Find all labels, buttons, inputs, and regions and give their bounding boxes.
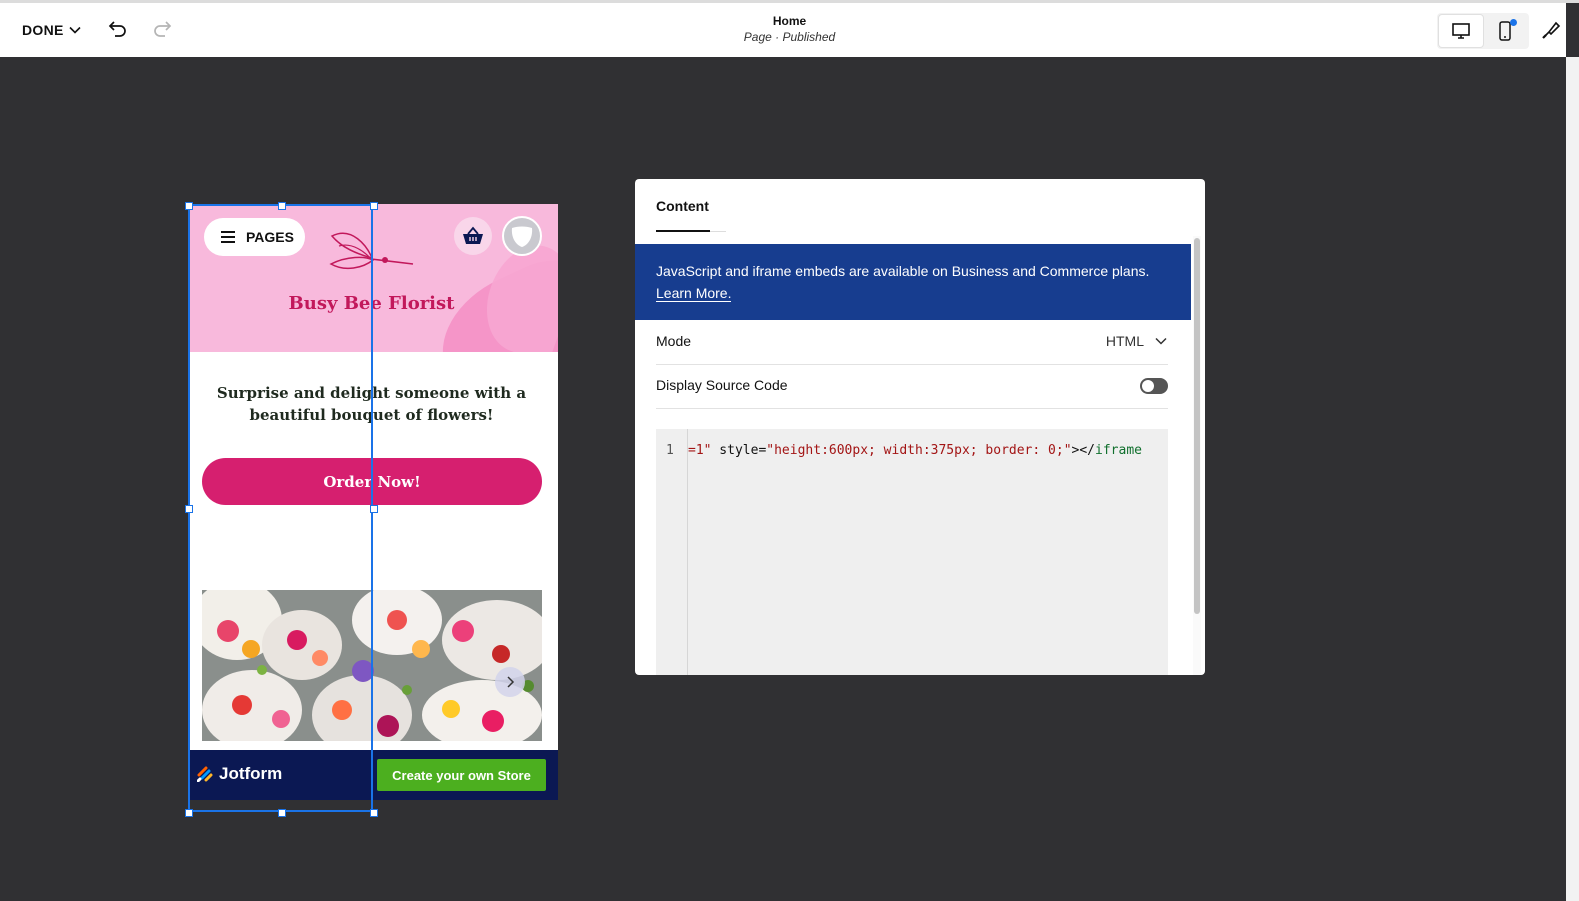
chevron-right-icon [507, 676, 515, 688]
code-tag-name: iframe [1095, 443, 1142, 458]
resize-handle[interactable] [185, 809, 193, 817]
jotform-logo[interactable]: Jotform [197, 764, 282, 784]
mode-value: HTML [1105, 333, 1144, 349]
brand-name: Busy Bee Florist [288, 293, 455, 314]
desktop-view-button[interactable] [1439, 15, 1483, 47]
jotform-footer: Jotform Create your own Store [189, 750, 558, 800]
hero-banner: PAGES Busy Bee Florist [189, 204, 558, 352]
next-image-button[interactable] [495, 667, 525, 697]
bee-logo-icon [329, 232, 414, 270]
order-now-button[interactable]: Order Now! [202, 458, 542, 505]
resize-handle[interactable] [278, 202, 286, 210]
jotform-label: Jotform [219, 764, 283, 783]
profile-icon [511, 226, 533, 247]
active-tab-indicator [656, 230, 710, 232]
device-toggle [1437, 13, 1529, 49]
page-title: Home [772, 14, 807, 28]
page-status: Page · Published [743, 30, 836, 44]
mode-select[interactable]: HTML [1106, 333, 1168, 349]
display-source-toggle[interactable] [1140, 378, 1168, 394]
resize-handle[interactable] [370, 809, 378, 817]
page-info: Home Page · Published [0, 14, 1579, 44]
paintbrush-icon [1542, 21, 1561, 39]
resize-handle[interactable] [370, 202, 378, 210]
basket-icon [463, 226, 483, 244]
editor-toolbar: DONE Home Page · Published [0, 3, 1566, 57]
site-styles-button[interactable] [1540, 19, 1562, 46]
product-image [202, 590, 542, 741]
display-source-row: Display Source Code [656, 364, 1168, 409]
tab-divider [710, 231, 726, 232]
jotform-icon [197, 766, 213, 782]
pages-menu-button[interactable]: PAGES [204, 218, 305, 256]
learn-more-link[interactable]: Learn More. [656, 285, 732, 302]
code-attr-name: style= [711, 443, 767, 458]
code-style-value: "height:600px; width:375px; border: 0;" [766, 443, 1072, 458]
hamburger-icon [221, 231, 235, 243]
cart-button[interactable] [454, 217, 492, 255]
code-line: =1" style="height:600px; width:375px; bo… [688, 443, 1142, 458]
resize-handle[interactable] [278, 809, 286, 817]
resize-handle[interactable] [185, 202, 193, 210]
tab-content[interactable]: Content [656, 198, 709, 214]
avatar[interactable] [502, 216, 542, 256]
code-punctuation: ></ [1071, 443, 1096, 458]
create-store-button[interactable]: Create your own Store [377, 759, 546, 791]
display-source-label: Display Source Code [656, 377, 788, 393]
chevron-down-icon [1155, 337, 1167, 345]
scrollbar-thumb[interactable] [1194, 238, 1200, 614]
pages-label: PAGES [246, 229, 294, 245]
mobile-preview: PAGES Busy Bee Florist Surprise and deli… [189, 204, 558, 800]
resize-handle[interactable] [370, 505, 378, 513]
notice-text: JavaScript and iframe embeds are availab… [656, 263, 1150, 279]
mobile-view-button[interactable] [1483, 15, 1527, 47]
desktop-icon [1452, 23, 1470, 39]
mode-label: Mode [656, 333, 692, 349]
mode-row: Mode HTML [656, 320, 1168, 365]
notification-dot [1510, 19, 1517, 26]
right-edge-strip [1566, 57, 1579, 901]
code-editor[interactable]: 1 =1" style="height:600px; width:375px; … [656, 429, 1168, 675]
line-number-gutter: 1 [656, 429, 688, 675]
tagline-text: Surprise and delight someone with a beau… [216, 384, 527, 424]
code-attr-value: =1" [688, 443, 712, 458]
resize-handle[interactable] [185, 505, 193, 513]
panel-scrollbar[interactable] [1193, 236, 1201, 675]
line-number: 1 [666, 443, 674, 458]
content-panel: Content JavaScript and iframe embeds are… [635, 179, 1205, 675]
upgrade-notice: JavaScript and iframe embeds are availab… [635, 244, 1191, 320]
